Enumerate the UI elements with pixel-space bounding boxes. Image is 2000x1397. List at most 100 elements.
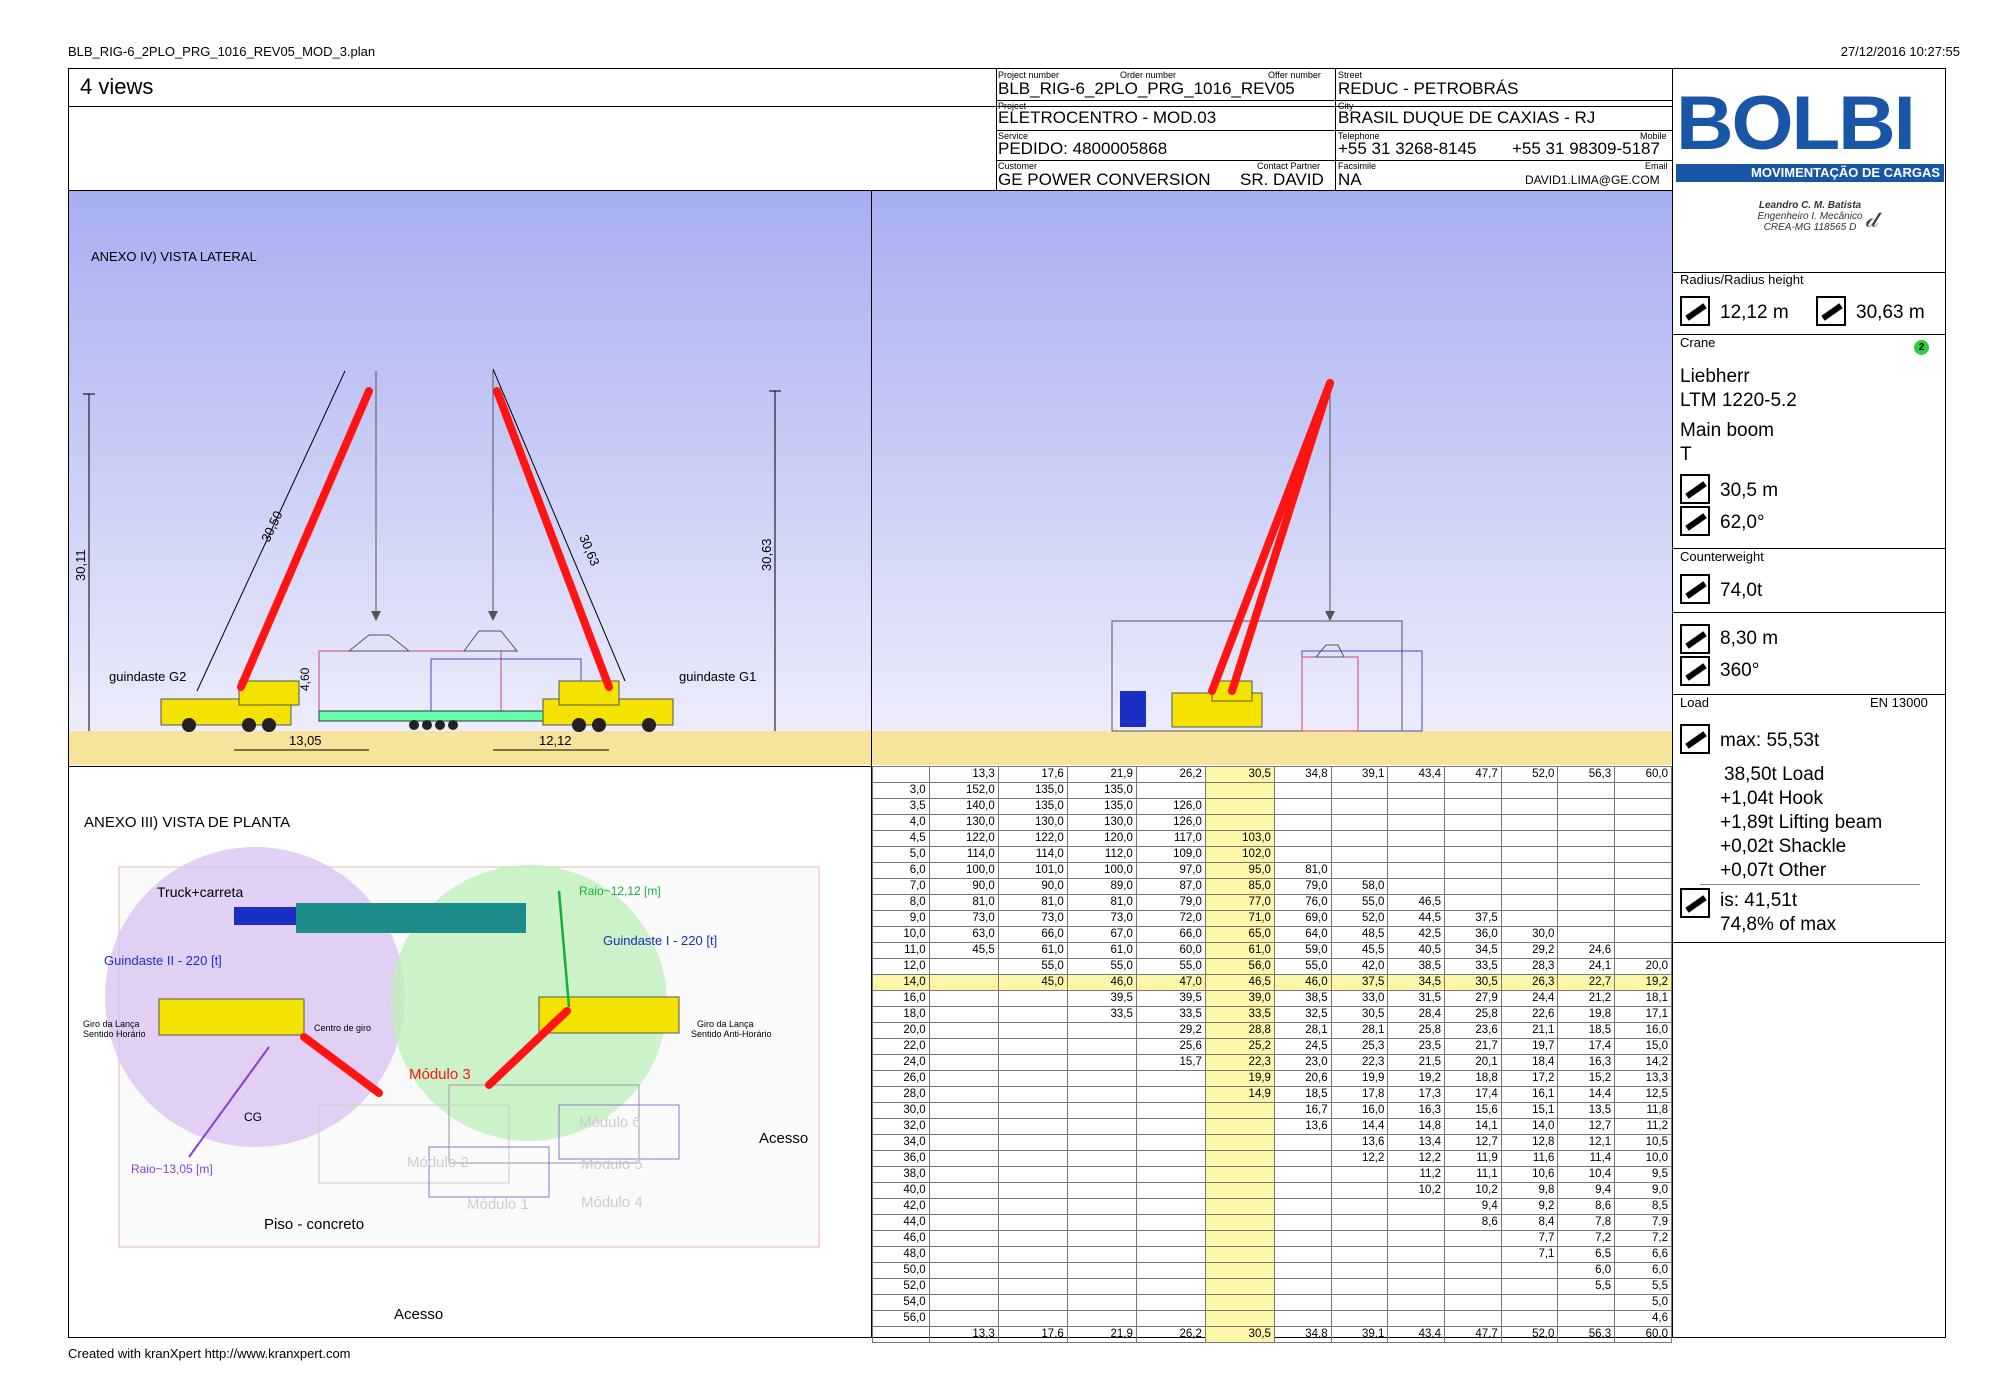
load-chart-row: 24,0 15,7 22,3 23,0 22,3 21,5 20,1 18,4 16,3 14,2 [872,1054,1672,1071]
load-chart-column-header: 30,5 [1204,766,1275,783]
load-chart-cell: 9,2 [1500,1198,1559,1215]
load-chart-cell [1273,1294,1332,1311]
load-chart-cell: 14,4 [1330,1118,1389,1135]
load-chart-cell [997,990,1068,1007]
load-chart-radius: 54,0 [872,1294,930,1311]
load-chart-cell [1500,846,1559,863]
load-chart-cell: 61,0 [1204,942,1275,959]
load-chart-cell: 44,5 [1387,910,1446,927]
load-chart-cell [928,1278,999,1295]
load-chart-cell: 17,2 [1500,1070,1559,1087]
load-chart-cell [1387,1262,1446,1279]
load-chart-cell: 23,0 [1273,1054,1332,1071]
load-chart-cell: 5,0 [1614,1294,1672,1311]
radius-height-value: 30,63 m [1856,302,1925,323]
load-chart-cell: 7,7 [1500,1230,1559,1247]
load-chart-cell [1330,1262,1389,1279]
load-chart-cell [1204,1102,1275,1119]
load-chart-cell: 9,8 [1500,1182,1559,1199]
load-chart-cell: 8,6 [1557,1198,1616,1215]
load-chart-column-header: 26,2 [1135,766,1206,783]
load-chart-cell [1066,1038,1137,1055]
load-chart-cell [997,1070,1068,1087]
load-item-2: +1,89t Lifting beam [1720,812,1883,833]
load-chart-cell: 6,0 [1557,1262,1616,1279]
load-chart-cell [1387,878,1446,895]
contact: SR. DAVID [1240,170,1324,189]
load-chart-cell [1066,1246,1137,1263]
load-chart-cell: 20,0 [1614,958,1672,975]
load-chart-cell: 17,8 [1330,1086,1389,1103]
radius-height-icon [1816,296,1846,326]
load-chart-cell: 19,8 [1557,1006,1616,1023]
load-chart-cell [1066,1214,1137,1231]
boom-length: 30,5 m [1720,480,1779,501]
load-chart-cell: 16,1 [1500,1086,1559,1103]
load-chart-cell [928,1198,999,1215]
modulo2-label: Módulo 2 [407,1154,469,1171]
load-chart-cell [928,1118,999,1135]
project: ELETROCENTRO - MOD.03 [998,108,1217,127]
load-chart-cell: 14,2 [1614,1054,1672,1071]
load-chart-radius: 11,0 [872,942,930,959]
load-chart-row: 56,0 4,6 [872,1310,1672,1327]
load-chart-row: 36,0 12,2 12,2 11,9 11,6 11,4 10,0 [872,1150,1672,1167]
customer: GE POWER CONVERSION [998,170,1211,189]
load-chart-cell [1557,910,1616,927]
load-chart-cell: 45,0 [997,974,1068,991]
load-chart-cell [1387,846,1446,863]
load-chart-cell [1387,1230,1446,1247]
load-chart-cell: 100,0 [928,862,999,879]
load-chart-cell [1066,1166,1137,1183]
truck-label: Truck+carreta [157,884,243,900]
load-chart-radius: 26,0 [872,1070,930,1087]
load-chart-cell [1500,1294,1559,1311]
load-chart-cell [1387,1294,1446,1311]
load-chart-cell: 21,7 [1444,1038,1502,1055]
load-chart-radius: 28,0 [872,1086,930,1103]
modulo6-label: Módulo 6 [579,1114,641,1131]
load-chart-corner [872,766,930,783]
load-chart-cell [1135,1246,1206,1263]
load-chart-cell: 135,0 [997,782,1068,799]
load-chart-cell [1557,814,1616,831]
load-chart-cell: 21,5 [1387,1054,1446,1071]
load-chart-cell: 6,6 [1614,1246,1672,1263]
actual-load: is: 41,51t [1720,890,1798,911]
load-chart-radius: 36,0 [872,1150,930,1167]
load-chart-cell: 12,8 [1500,1134,1559,1151]
load-chart-row: 22,0 25,6 25,2 24,5 25,3 23,5 21,7 19,7 17,4 15,0 [872,1038,1672,1055]
load-chart-cell [1444,830,1502,847]
load-chart-radius: 9,0 [872,910,930,927]
load-chart-radius: 4,0 [872,814,930,831]
rotation-left-label: Giro da Lança [83,1019,140,1029]
load-chart-column-header: 43,4 [1387,1326,1446,1343]
load-chart-cell: 140,0 [928,798,999,815]
load-chart-cell [997,1294,1068,1311]
load-chart-cell [1273,798,1332,815]
load-chart-cell: 33,5 [1204,1006,1275,1023]
load-chart-column-header: 13,3 [928,766,999,783]
outrigger-icon [1680,624,1710,654]
load-chart-cell: 14,1 [1444,1118,1502,1135]
load-chart-cell: 58,0 [1330,878,1389,895]
load-chart-cell: 12,1 [1557,1134,1616,1151]
timestamp: 27/12/2016 10:27:55 [1840,44,1960,59]
slew-value: 360° [1720,660,1760,681]
email: DAVID1.LIMA@GE.COM [1525,173,1660,187]
modulo3-label: Módulo 3 [409,1066,471,1083]
views-title: 4 views [80,74,154,99]
load-chart-cell [1614,782,1672,799]
load-chart-cell [1387,798,1446,815]
load-chart-cell: 18,5 [1557,1022,1616,1039]
load-chart-cell [1614,910,1672,927]
load-chart-cell [1204,1294,1275,1311]
load-chart-column-header: 47,7 [1444,766,1502,783]
load-chart-row: 46,0 7,7 7,2 7,2 [872,1230,1672,1247]
load-chart-radius: 38,0 [872,1166,930,1183]
access-bottom-label: Acesso [394,1306,443,1323]
load-chart-cell: 39,5 [1066,990,1137,1007]
load-chart-column-header: 13,3 [928,1326,999,1343]
load-chart-cell [1273,1230,1332,1247]
load-chart-radius: 40,0 [872,1182,930,1199]
